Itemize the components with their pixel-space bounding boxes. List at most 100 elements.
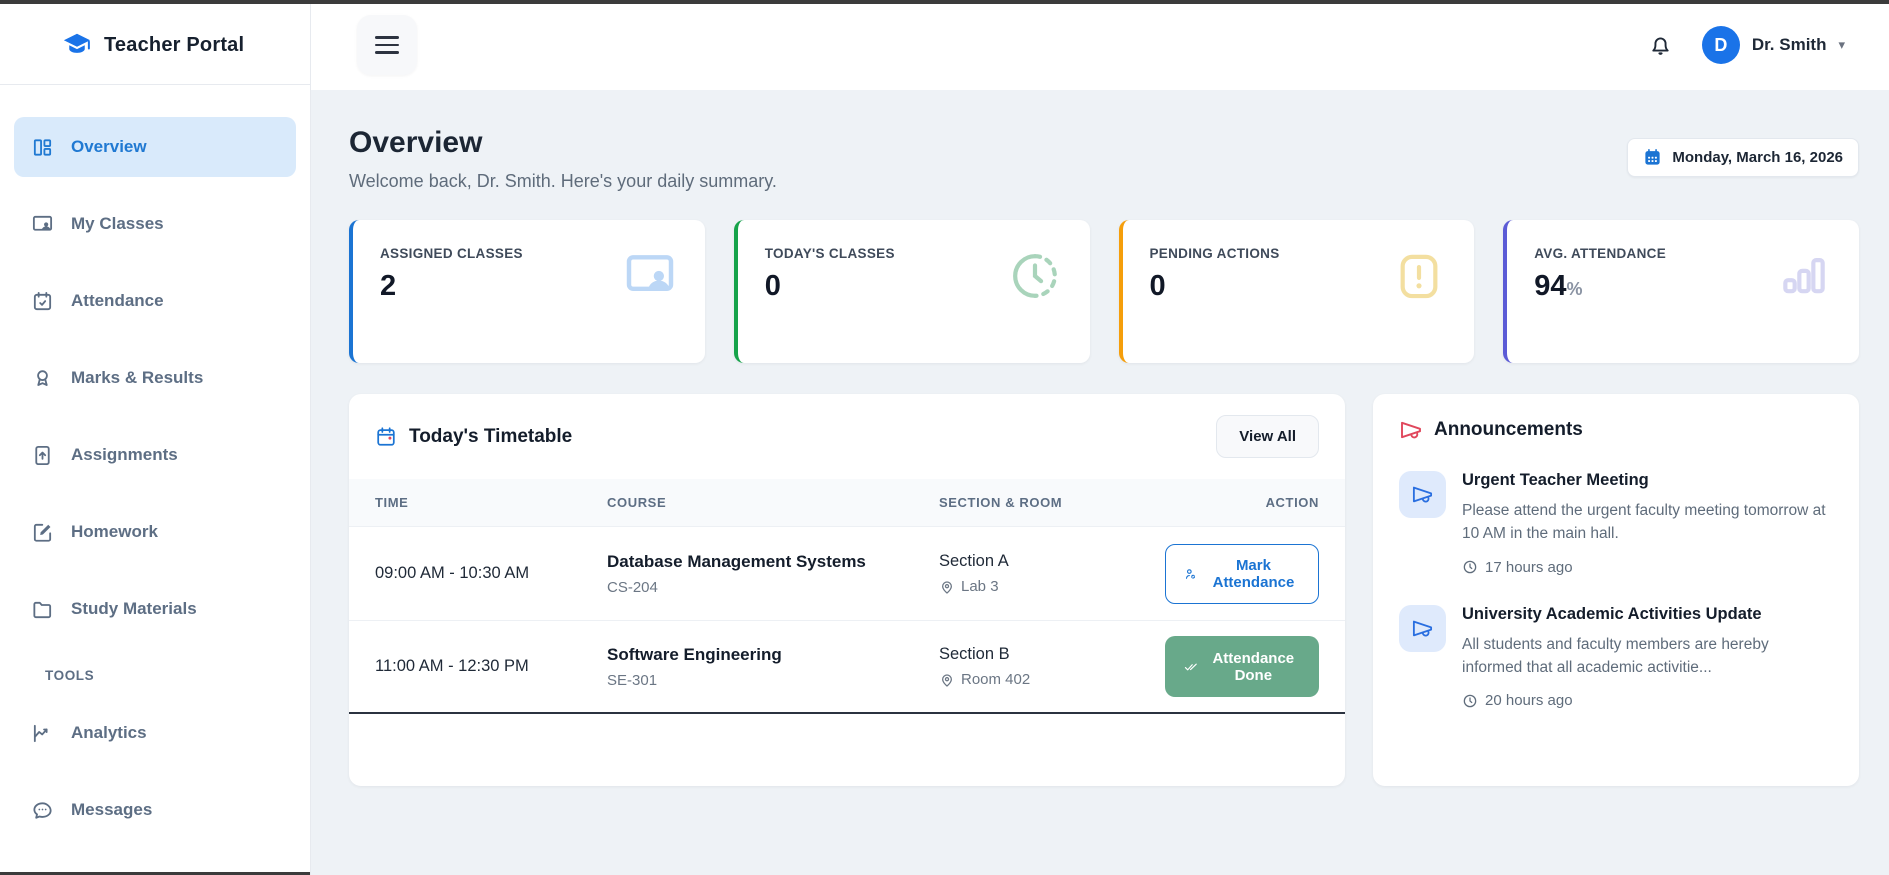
chevron-down-icon: ▾ [1838,37,1845,52]
section-label: Section B [939,645,1010,663]
user-name: Dr. Smith [1751,35,1827,54]
announcements-head: Announcements [1399,418,1833,442]
class-time: 11:00 AM - 12:30 PM [375,657,529,675]
announcement-title: Urgent Teacher Meeting [1462,471,1649,489]
stat-label: TODAY'S CLASSES [764,246,895,261]
calendar-icon [1645,148,1660,165]
stat-label: AVG. ATTENDANCE [1534,246,1666,261]
sidebar-item-label: Analytics [71,723,147,742]
topbar-right: D Dr. Smith ▾ [1647,26,1845,64]
column-header-course: COURSE [607,495,667,510]
announcement-item[interactable]: Urgent Teacher Meeting Please attend the… [1399,471,1833,576]
announcement-time: 17 hours ago [1462,559,1833,576]
stat-label: PENDING ACTIONS [1149,246,1280,261]
megaphone-icon [1399,471,1446,518]
bell-icon [1652,37,1669,55]
stat-value: 0 [1149,270,1166,302]
sidebar-item-my-classes[interactable]: My Classes [14,194,296,254]
stat-suffix: % [1566,279,1583,299]
timetable-panel: Today's Timetable View All TIME COURSE S… [349,394,1345,786]
sidebar-toggle-button[interactable] [357,15,417,75]
announcements-title: Announcements [1434,419,1583,440]
announcement-title: University Academic Activities Update [1462,604,1762,623]
stat-card-todays-classes: TODAY'S CLASSES 0 [733,220,1090,363]
sidebar-nav: Overview My Classes Attendance Marks & R… [0,85,310,840]
announcements-panel: Announcements Urgent Teacher Meeting Ple… [1373,394,1859,786]
file-upload-icon [35,445,50,465]
avatar: D [1701,26,1740,64]
sidebar-item-marks-results[interactable]: Marks & Results [14,348,296,408]
column-header-action: ACTION [1265,495,1319,510]
hamburger-icon [375,36,399,54]
clock-icon [1463,560,1477,574]
room-label: Lab 3 [939,578,1165,595]
timetable-title: Today's Timetable [409,425,573,447]
stat-card-pending-actions: PENDING ACTIONS 0 [1118,220,1475,363]
stat-card-avg-attendance: AVG. ATTENDANCE 94% [1503,220,1859,363]
stat-value: 2 [380,270,397,302]
current-date: Monday, March 16, 2026 [1672,149,1843,166]
stat-label: ASSIGNED CLASSES [380,246,523,261]
sidebar-item-label: Homework [71,522,158,541]
section-label: Section A [939,552,1009,570]
course-name: Database Management Systems [607,551,866,571]
person-check-icon [1185,568,1196,579]
sidebar-item-messages[interactable]: Messages [14,780,296,840]
page-head: Overview Welcome back, Dr. Smith. Here's… [349,126,1859,192]
sidebar-item-overview[interactable]: Overview [14,117,296,177]
main: Overview Welcome back, Dr. Smith. Here's… [311,90,1889,875]
award-icon [37,369,48,386]
sidebar-item-analytics[interactable]: Analytics [14,703,296,763]
timetable-title-group: Today's Timetable [375,426,572,448]
sidebar-item-attendance[interactable]: Attendance [14,271,296,331]
page-title: Overview [349,126,483,159]
timetable-header-row: TIME COURSE SECTION & ROOM ACTION [349,479,1345,526]
class-time: 09:00 AM - 10:30 AM [375,564,530,582]
user-menu[interactable]: D Dr. Smith ▾ [1701,26,1845,64]
view-all-button[interactable]: View All [1216,415,1319,458]
calendar-icon [377,426,395,446]
course-code: SE-301 [607,671,658,689]
clock-icon [1007,248,1063,337]
announcement-time: 20 hours ago [1462,692,1833,709]
sidebar-item-assignments[interactable]: Assignments [14,425,296,485]
chat-bubble-icon [33,801,52,819]
sidebar-item-label: Attendance [71,291,164,310]
content-area: D Dr. Smith ▾ Overview Welcome back, Dr.… [311,0,1889,875]
alert-icon [1391,248,1447,337]
app-root: Teacher Portal Overview My Classes Atten… [0,0,1889,875]
announcement-item[interactable]: University Academic Activities Update Al… [1399,604,1833,709]
column-header-section-room: SECTION & ROOM [939,495,1063,510]
announcement-body: Please attend the urgent faculty meeting… [1462,502,1826,543]
tools-section-label: TOOLS [45,668,95,683]
stat-value: 94% [1534,270,1583,302]
column-header-time: TIME [375,495,409,510]
sidebar-item-label: Study Materials [71,599,197,618]
stat-cards: ASSIGNED CLASSES 2 TODAY'S CLASSES 0 PEN… [349,220,1859,363]
attendance-done-button[interactable]: Attendance Done [1165,636,1319,697]
sidebar-item-homework[interactable]: Homework [14,502,296,562]
course-name: Software Engineering [607,644,782,664]
classroom-board-icon [32,215,53,231]
topbar: D Dr. Smith ▾ [311,0,1889,90]
bar-chart-icon [1776,248,1832,337]
sidebar: Teacher Portal Overview My Classes Atten… [0,0,311,875]
stat-card-assigned-classes: ASSIGNED CLASSES 2 [349,220,705,363]
calendar-check-icon [33,291,52,310]
map-pin-icon [942,673,952,687]
mark-attendance-button[interactable]: Mark Attendance [1165,543,1319,604]
date-chip: Monday, March 16, 2026 [1627,138,1859,177]
megaphone-icon [1399,604,1446,652]
sidebar-item-study-materials[interactable]: Study Materials [14,579,296,639]
pencil-square-icon [33,523,52,542]
app-title: Teacher Portal [104,33,245,56]
double-check-icon [1184,663,1197,670]
map-pin-icon [942,580,952,594]
sidebar-item-label: Assignments [71,445,178,464]
notifications-button[interactable] [1647,32,1674,59]
brand: Teacher Portal [0,0,310,84]
course-code: CS-204 [607,578,658,596]
graduation-cap-icon [63,33,91,53]
clock-icon [1463,694,1477,707]
room-label: Room 402 [939,671,1165,688]
